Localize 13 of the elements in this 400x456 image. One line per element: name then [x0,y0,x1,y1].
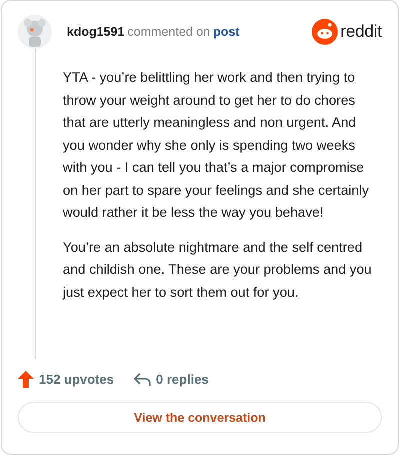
upvote-count: 152 upvotes [39,372,114,387]
username[interactable]: kdog1591 [67,25,125,39]
reply-icon[interactable] [134,372,152,386]
post-link[interactable]: post [213,25,240,39]
view-conversation-button[interactable]: View the conversation [18,402,382,433]
comment-paragraph: YTA - you’re belittling her work and then trying to throw your weight around to get her to do chores that are utterly meaningless and non urgent. And you wonder why she only is spending two weeks with you - I can tell you that’s a major compromise on her part to spare your feelings and she certainly would rather it be less the way you behave! [63,69,370,222]
reddit-logo-icon [312,19,338,45]
reply-count: 0 replies [156,372,209,387]
upvote-icon[interactable] [18,371,34,388]
comment-paragraph: You’re an absolute nightmare and the self centred and childish one. These are your problems and you just expect her to sort them out for you. [63,238,373,302]
action-text: commented on [128,25,210,39]
brand-name: reddit [340,22,382,42]
avatar-icon [18,15,52,49]
